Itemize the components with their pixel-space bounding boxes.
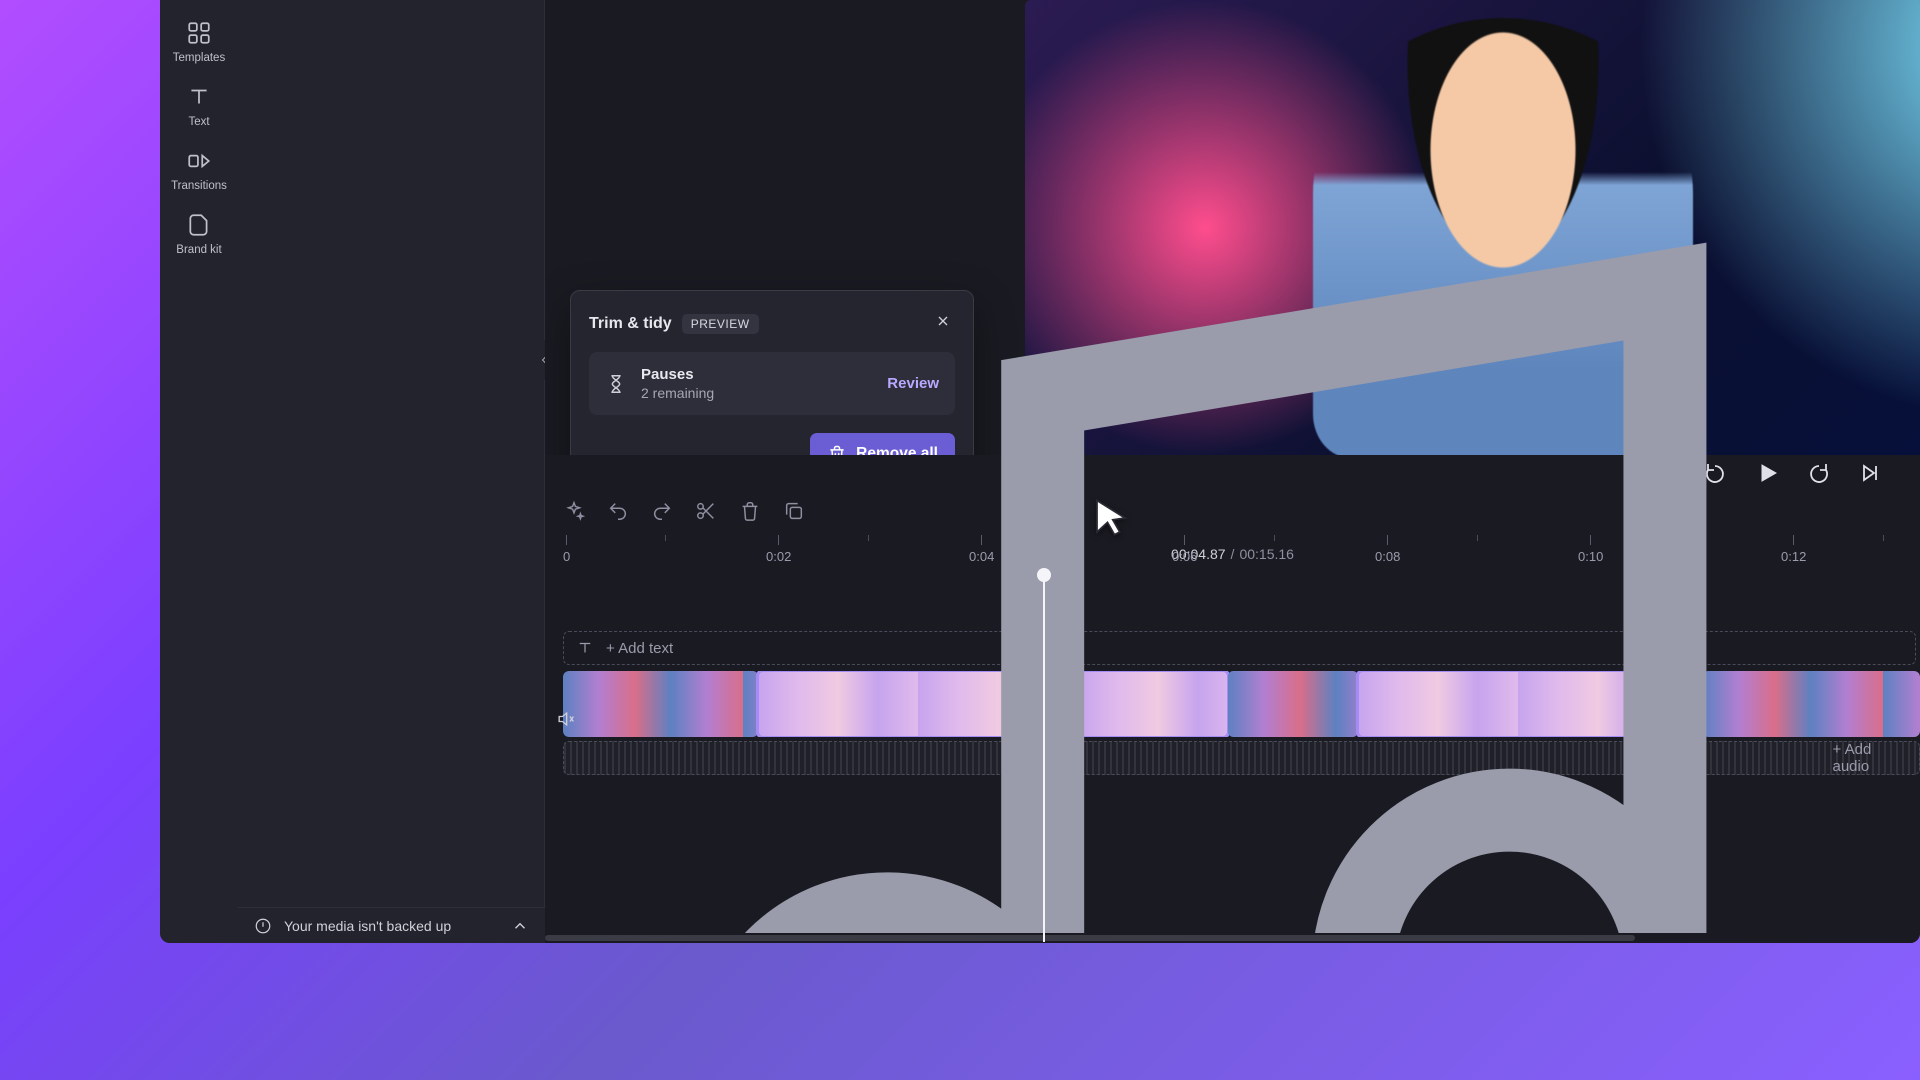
templates-icon: [186, 20, 212, 46]
warning-icon: [254, 917, 272, 935]
transitions-icon: [186, 148, 212, 174]
rail-label: Templates: [173, 52, 225, 64]
ruler-mark: 0: [563, 535, 570, 564]
brandkit-icon: [186, 212, 212, 238]
skip-end-button[interactable]: [1856, 458, 1886, 488]
rail-transitions[interactable]: Transitions: [169, 138, 229, 202]
timeline-tracks: + Add text + Add audio: [545, 571, 1920, 709]
chevron-up-icon: [511, 917, 529, 935]
text-icon: [186, 84, 212, 110]
mute-icon[interactable]: [555, 709, 575, 729]
playhead[interactable]: [1043, 574, 1045, 942]
scrollbar-thumb[interactable]: [545, 935, 1635, 941]
mouse-cursor: [1090, 497, 1132, 544]
rail-label: Transitions: [171, 180, 227, 192]
app-window: Templates Text Transitions Brand kit You…: [160, 0, 1920, 943]
rail-templates[interactable]: Templates: [169, 10, 229, 74]
skip-end-icon: [1859, 461, 1883, 485]
add-audio-label: + Add audio: [1833, 741, 1908, 775]
rail-text[interactable]: Text: [169, 74, 229, 138]
rail-brandkit[interactable]: Brand kit: [169, 202, 229, 266]
tool-rail: Templates Text Transitions Brand kit: [160, 0, 238, 943]
rail-label: Text: [188, 116, 209, 128]
side-panel: Your media isn't backed up: [238, 0, 545, 943]
main-area: Trim & tidy PREVIEW Pauses 2 remaining R…: [545, 0, 1920, 943]
rail-label: Brand kit: [176, 244, 221, 256]
status-text: Your media isn't backed up: [284, 918, 451, 934]
audio-track-placeholder[interactable]: + Add audio: [563, 741, 1920, 775]
status-bar[interactable]: Your media isn't backed up: [238, 907, 545, 943]
timeline-scrollbar[interactable]: [545, 933, 1920, 943]
music-icon: [576, 136, 1821, 943]
